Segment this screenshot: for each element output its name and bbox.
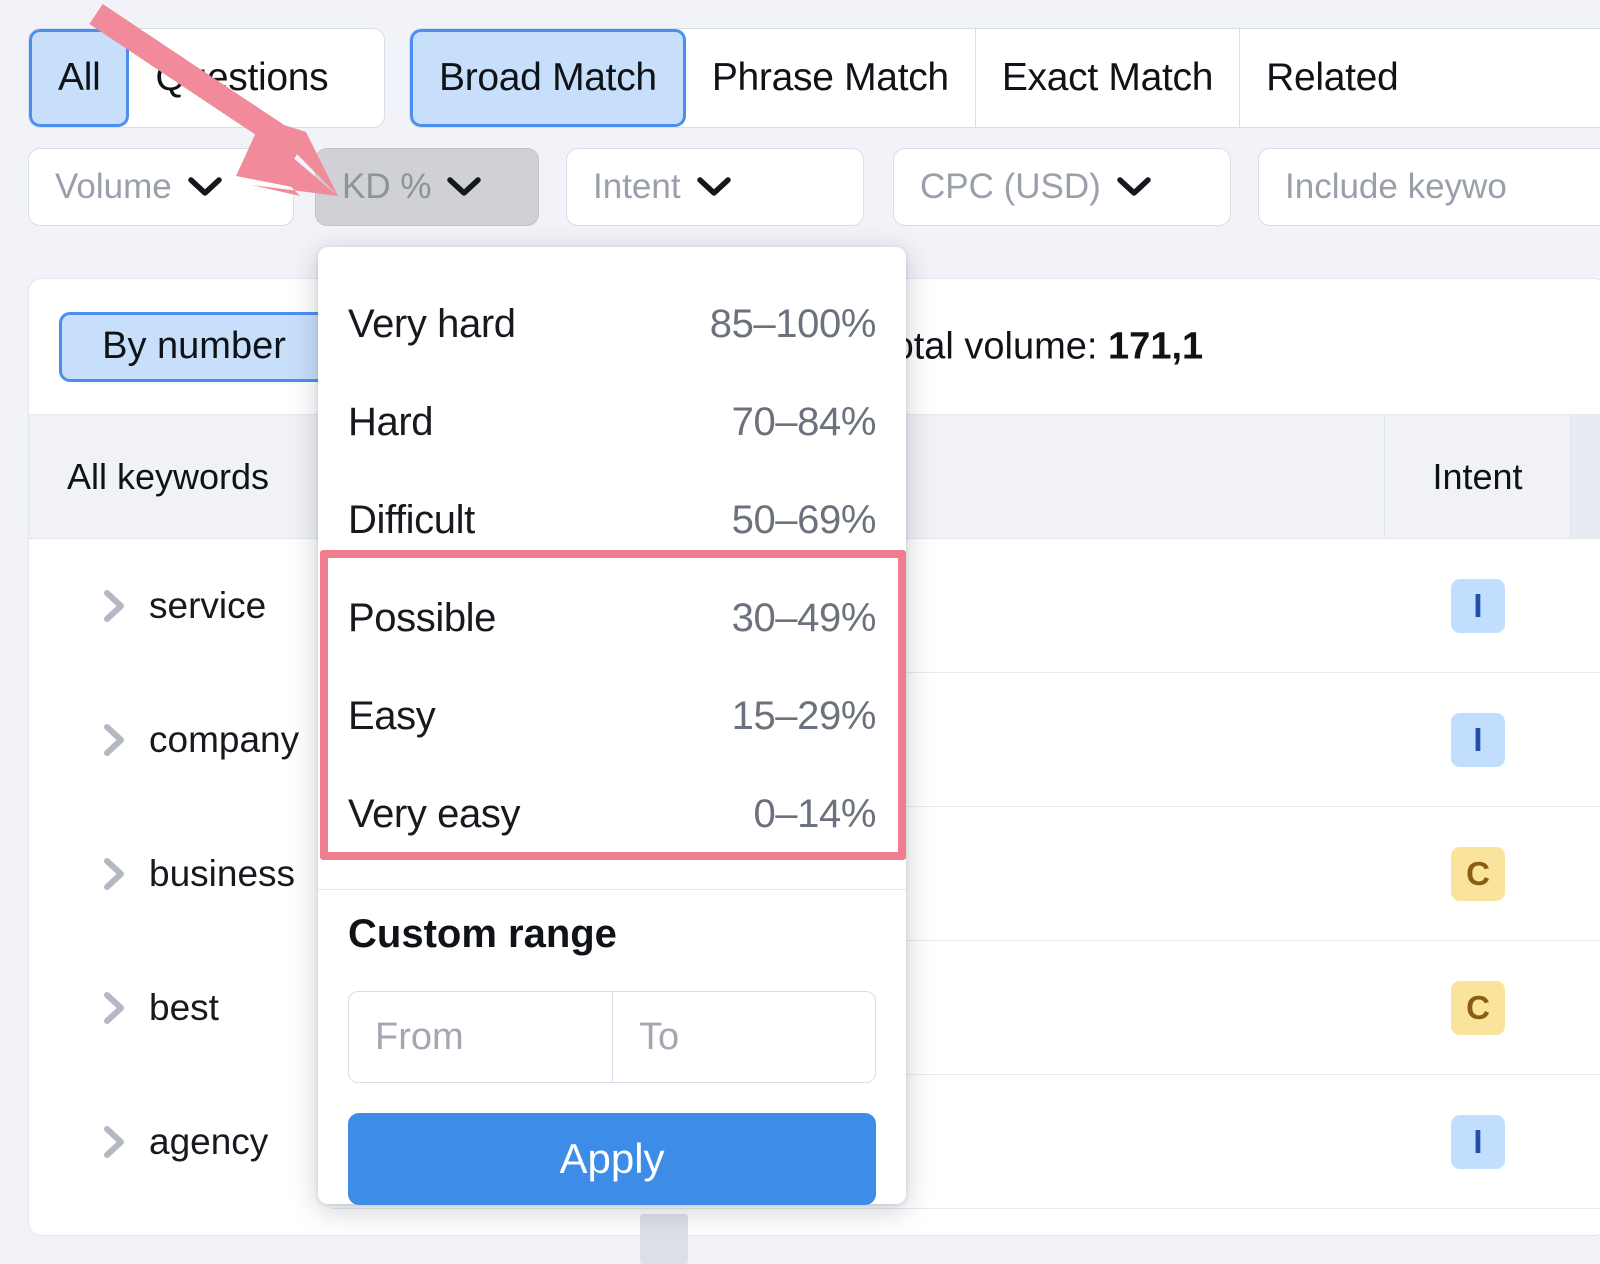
chevron-right-icon [101, 857, 127, 891]
kd-option-hard[interactable]: Hard 70–84% [318, 373, 906, 471]
group-item-agency[interactable]: agency [29, 1075, 331, 1209]
range-from-placeholder: From [375, 1015, 464, 1058]
chevron-down-icon [447, 176, 482, 198]
horizontal-scrollbar-thumb[interactable] [640, 1214, 688, 1264]
column-header-spacer [1571, 415, 1600, 538]
kd-option-easy[interactable]: Easy 15–29% [318, 667, 906, 765]
tab-phrase-match[interactable]: Phrase Match [685, 29, 976, 127]
horizontal-scrollbar-track[interactable] [0, 1214, 1600, 1264]
kd-option-label: Easy [348, 693, 436, 738]
status-badge[interactable]: I [1451, 1114, 1505, 1169]
status-badge[interactable]: C [1451, 846, 1505, 901]
kd-filter-dropdown: Very hard 85–100% Hard 70–84% Difficult … [318, 247, 906, 1205]
kd-option-possible[interactable]: Possible 30–49% [318, 569, 906, 667]
range-from-input[interactable]: From [349, 992, 612, 1082]
group-label: company [149, 719, 300, 760]
intent-cell: I [1385, 578, 1571, 633]
status-badge[interactable]: I [1451, 712, 1505, 767]
tab-exact-match[interactable]: Exact Match [975, 29, 1241, 127]
group-label: agency [149, 1121, 269, 1162]
group-label: best [149, 987, 219, 1028]
status-badge[interactable]: C [1451, 980, 1505, 1035]
intent-cell: I [1385, 712, 1571, 767]
group-item-service[interactable]: service [29, 539, 331, 673]
chevron-down-icon [1117, 176, 1151, 198]
kd-option-very-easy[interactable]: Very easy 0–14% [318, 765, 906, 863]
kd-options-list: Very hard 85–100% Hard 70–84% Difficult … [318, 247, 906, 863]
intent-cell: C [1385, 980, 1571, 1035]
chevron-right-icon [101, 723, 127, 757]
chevron-down-icon [188, 176, 222, 198]
total-volume-label: Total volume: [873, 325, 1098, 367]
range-to-input[interactable]: To [612, 992, 875, 1082]
filter-kd-percent[interactable]: KD % [315, 148, 539, 226]
custom-range-title: Custom range [348, 912, 617, 956]
tab-questions[interactable]: Questions [129, 29, 355, 127]
group-item-business[interactable]: business [29, 807, 331, 941]
kd-option-label: Very hard [348, 301, 516, 346]
tab-broad-match[interactable]: Broad Match [410, 29, 686, 127]
column-header-all-keywords[interactable]: All keywords [29, 415, 331, 538]
intent-cell: I [1385, 1114, 1571, 1169]
kd-option-range: 70–84% [731, 399, 877, 444]
apply-button[interactable]: Apply [348, 1113, 876, 1205]
kd-option-range: 0–14% [753, 791, 876, 836]
kd-option-label: Very easy [348, 791, 521, 836]
tab-all[interactable]: All [29, 29, 130, 127]
status-badge[interactable]: I [1451, 578, 1505, 633]
total-volume-value: 171,1 [1108, 325, 1204, 367]
filter-volume[interactable]: Volume [28, 148, 294, 226]
kd-option-range: 50–69% [731, 497, 877, 542]
group-label: business [149, 853, 296, 894]
group-item-company[interactable]: company [29, 673, 331, 807]
chevron-right-icon [101, 589, 127, 623]
include-keywords-placeholder: Include keywo [1285, 167, 1507, 206]
filter-cpc-label: CPC (USD) [920, 167, 1101, 206]
range-to-placeholder: To [639, 1015, 680, 1058]
filter-bar: Volume KD % Intent CPC (USD) Include key [0, 148, 1600, 230]
filter-cpc[interactable]: CPC (USD) [893, 148, 1231, 226]
kd-option-range: 15–29% [731, 693, 877, 738]
filter-kd-label: KD % [342, 167, 432, 206]
kd-option-label: Difficult [348, 497, 475, 542]
tab-bar: All Questions Broad Match Phrase Match E… [0, 28, 1600, 128]
filter-intent-label: Intent [593, 167, 681, 206]
chevron-down-icon [696, 176, 731, 198]
by-number-toggle[interactable]: By number [59, 311, 329, 382]
kd-option-range: 30–49% [731, 595, 877, 640]
kd-option-label: Hard [348, 399, 434, 444]
keyword-type-tab-group: All Questions [28, 28, 385, 128]
divider [318, 889, 906, 890]
kd-option-difficult[interactable]: Difficult 50–69% [318, 471, 906, 569]
chevron-right-icon [101, 1125, 127, 1159]
app-root: All Questions Broad Match Phrase Match E… [0, 0, 1600, 1264]
match-type-tab-group: Broad Match Phrase Match Exact Match Rel… [409, 28, 1600, 128]
keyword-groups-column: service company business best agency [29, 539, 331, 1209]
custom-range-inputs: From To [348, 991, 876, 1083]
intent-cell: C [1385, 846, 1571, 901]
kd-option-range: 85–100% [709, 301, 877, 346]
tab-related[interactable]: Related [1240, 29, 1425, 127]
group-label: service [149, 585, 267, 626]
chevron-right-icon [101, 991, 127, 1025]
kd-option-very-hard[interactable]: Very hard 85–100% [318, 275, 906, 373]
group-item-best[interactable]: best [29, 941, 331, 1075]
column-header-intent[interactable]: Intent [1385, 415, 1571, 538]
filter-volume-label: Volume [55, 167, 172, 206]
filter-intent[interactable]: Intent [566, 148, 864, 226]
kd-option-label: Possible [348, 595, 496, 640]
include-keywords-input[interactable]: Include keywo [1258, 148, 1600, 226]
